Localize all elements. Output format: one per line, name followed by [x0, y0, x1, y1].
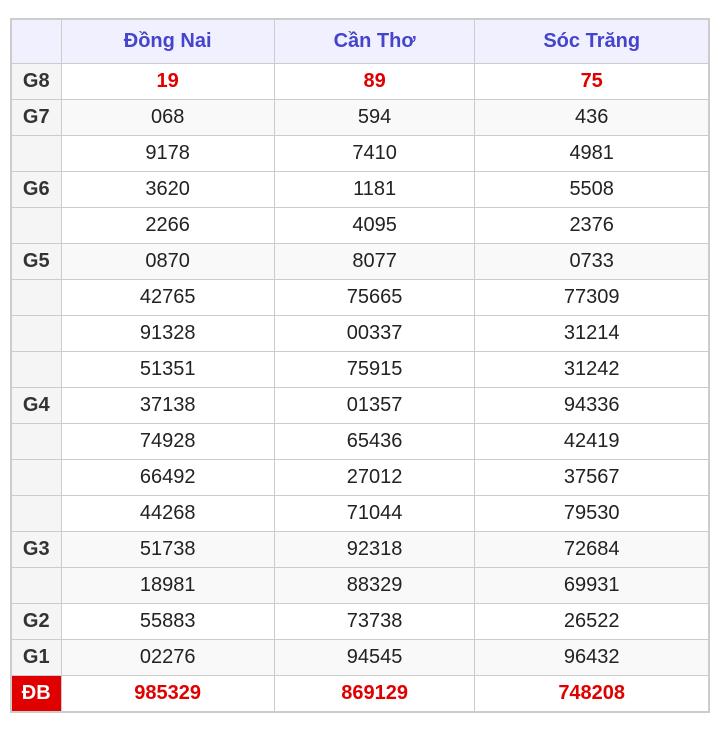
label-g3-2	[11, 568, 61, 604]
g7-v1: 068	[61, 100, 274, 136]
db-v1: 985329	[61, 676, 274, 713]
label-g1: G1	[11, 640, 61, 676]
g1-v1: 02276	[61, 640, 274, 676]
g2-v3: 26522	[475, 604, 709, 640]
g4-4-v1: 37138	[61, 388, 274, 424]
table-row-g8: G8 19 89 75	[11, 64, 709, 100]
g4-4-v2: 01357	[274, 388, 475, 424]
g6-3-v1: 2266	[61, 208, 274, 244]
label-g4-4: G4	[11, 388, 61, 424]
g3-2-v3: 69931	[475, 568, 709, 604]
g6-3-v3: 2376	[475, 208, 709, 244]
table-row-g2: G2 55883 73738 26522	[11, 604, 709, 640]
g4-3-v1: 51351	[61, 352, 274, 388]
table-row-g4-6: 66492 27012 37567	[11, 460, 709, 496]
table-row-g5: G5 0870 8077 0733	[11, 244, 709, 280]
table-row-g6-1: 9178 7410 4981	[11, 136, 709, 172]
g2-v2: 73738	[274, 604, 475, 640]
label-g3-1: G3	[11, 532, 61, 568]
table-row-g6-2: G6 3620 1181 5508	[11, 172, 709, 208]
label-db: ĐB	[11, 676, 61, 713]
g5-v1: 0870	[61, 244, 274, 280]
g4-2-v2: 00337	[274, 316, 475, 352]
table-row-g4-1: 42765 75665 77309	[11, 280, 709, 316]
table-row-g6-3: 2266 4095 2376	[11, 208, 709, 244]
g6-2-v1: 3620	[61, 172, 274, 208]
label-g4-7	[11, 496, 61, 532]
g4-3-v2: 75915	[274, 352, 475, 388]
g4-1-v2: 75665	[274, 280, 475, 316]
g6-3-v2: 4095	[274, 208, 475, 244]
table-row-g4-3: 51351 75915 31242	[11, 352, 709, 388]
g4-6-v2: 27012	[274, 460, 475, 496]
g5-v3: 0733	[475, 244, 709, 280]
g1-v2: 94545	[274, 640, 475, 676]
g8-v1: 19	[61, 64, 274, 100]
g4-7-v2: 71044	[274, 496, 475, 532]
g3-1-v2: 92318	[274, 532, 475, 568]
g7-v3: 436	[475, 100, 709, 136]
db-v2: 869129	[274, 676, 475, 713]
label-g4-2	[11, 316, 61, 352]
g7-v2: 594	[274, 100, 475, 136]
g4-5-v3: 42419	[475, 424, 709, 460]
g6-2-v3: 5508	[475, 172, 709, 208]
label-g2: G2	[11, 604, 61, 640]
g4-5-v1: 74928	[61, 424, 274, 460]
g3-2-v2: 88329	[274, 568, 475, 604]
g5-v2: 8077	[274, 244, 475, 280]
label-g5: G5	[11, 244, 61, 280]
table-row-g4-5: 74928 65436 42419	[11, 424, 709, 460]
g3-1-v1: 51738	[61, 532, 274, 568]
g4-6-v3: 37567	[475, 460, 709, 496]
g4-5-v2: 65436	[274, 424, 475, 460]
label-g6-2: G6	[11, 172, 61, 208]
g4-2-v1: 91328	[61, 316, 274, 352]
label-g7: G7	[11, 100, 61, 136]
table-row-g4-7: 44268 71044 79530	[11, 496, 709, 532]
g3-1-v3: 72684	[475, 532, 709, 568]
g4-7-v1: 44268	[61, 496, 274, 532]
g4-4-v3: 94336	[475, 388, 709, 424]
header-col3: Sóc Trăng	[475, 19, 709, 64]
g3-2-v1: 18981	[61, 568, 274, 604]
table-row-g3-1: G3 51738 92318 72684	[11, 532, 709, 568]
g6-2-v2: 1181	[274, 172, 475, 208]
label-g4-6	[11, 460, 61, 496]
g4-2-v3: 31214	[475, 316, 709, 352]
g8-v2: 89	[274, 64, 475, 100]
table-row-g4-2: 91328 00337 31214	[11, 316, 709, 352]
g1-v3: 96432	[475, 640, 709, 676]
table-row-g3-2: 18981 88329 69931	[11, 568, 709, 604]
table-row-g1: G1 02276 94545 96432	[11, 640, 709, 676]
db-v3: 748208	[475, 676, 709, 713]
g6-1-v1: 9178	[61, 136, 274, 172]
header-col1: Đồng Nai	[61, 19, 274, 64]
label-g6-3	[11, 208, 61, 244]
g6-1-v2: 7410	[274, 136, 475, 172]
table-row-g4-4: G4 37138 01357 94336	[11, 388, 709, 424]
label-g8: G8	[11, 64, 61, 100]
label-g6-1	[11, 136, 61, 172]
g4-6-v1: 66492	[61, 460, 274, 496]
lottery-table: Đồng Nai Cần Thơ Sóc Trăng G8 19 89 75 G…	[10, 18, 710, 713]
label-g4-1	[11, 280, 61, 316]
g4-1-v3: 77309	[475, 280, 709, 316]
g4-7-v3: 79530	[475, 496, 709, 532]
label-g4-5	[11, 424, 61, 460]
g6-1-v3: 4981	[475, 136, 709, 172]
g4-3-v3: 31242	[475, 352, 709, 388]
table-row-db: ĐB 985329 869129 748208	[11, 676, 709, 713]
g2-v1: 55883	[61, 604, 274, 640]
header-col2: Cần Thơ	[274, 19, 475, 64]
table-row-g7: G7 068 594 436	[11, 100, 709, 136]
g8-v3: 75	[475, 64, 709, 100]
label-g4-3	[11, 352, 61, 388]
header-empty	[11, 19, 61, 64]
g4-1-v1: 42765	[61, 280, 274, 316]
